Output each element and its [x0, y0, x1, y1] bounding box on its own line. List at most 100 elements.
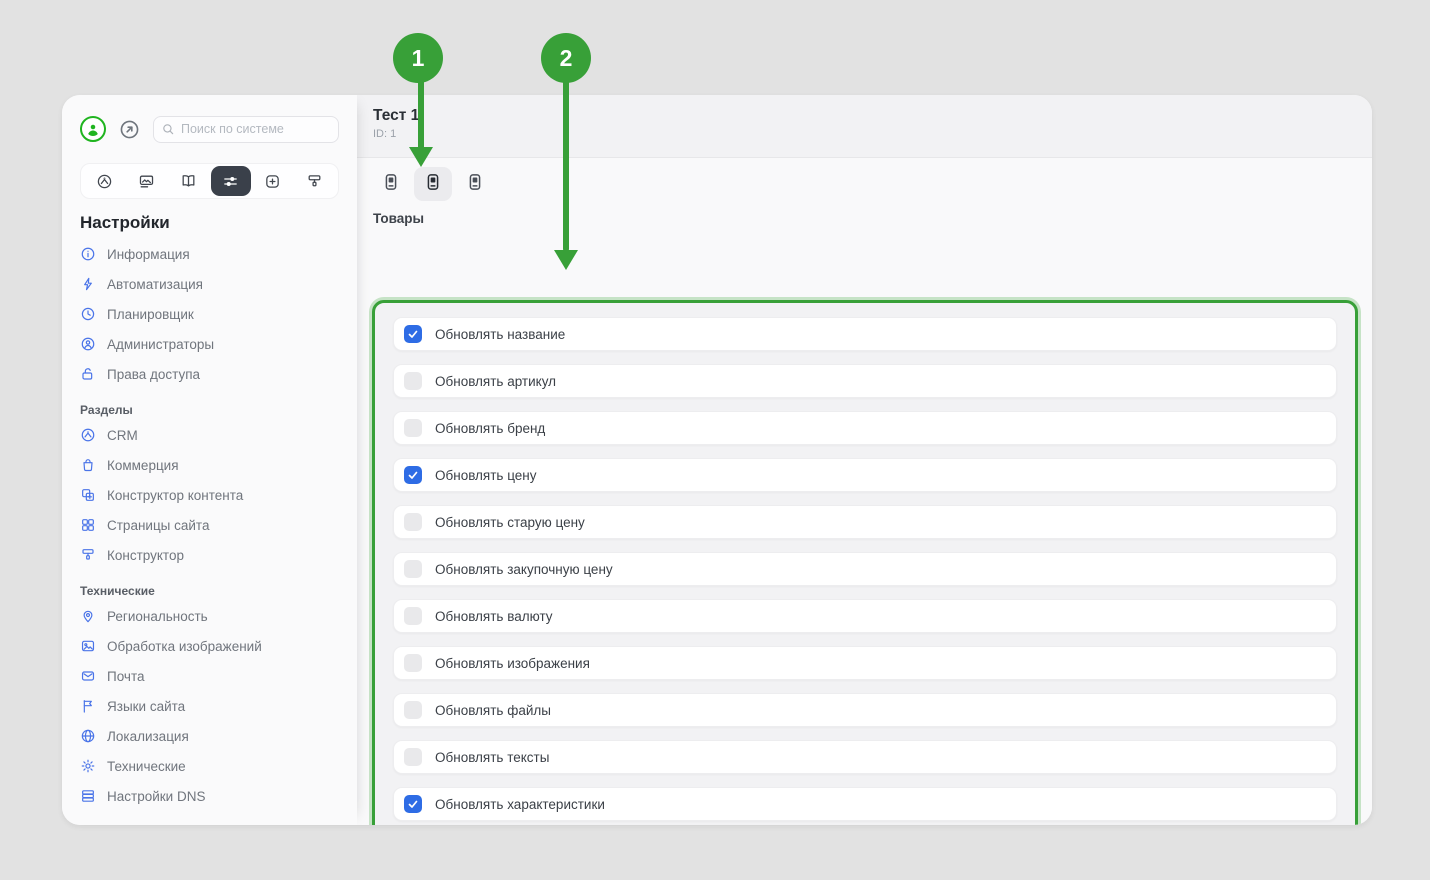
admins-icon [80, 336, 96, 352]
technical-icon [80, 758, 96, 774]
sidebar-sections: Настройки Информация Автоматизация Планиров… [80, 213, 339, 811]
sidebar-item-commerce[interactable]: Коммерция [80, 450, 339, 480]
sidebar-item-label: Автоматизация [107, 277, 203, 292]
content-icon [80, 487, 96, 503]
sidebar-item-languages[interactable]: Языки сайта [80, 691, 339, 721]
document-tabs [372, 167, 1372, 201]
checkbox[interactable] [404, 372, 422, 390]
nav-tab-crm-icon[interactable] [84, 166, 124, 196]
sidebar-item-mail[interactable]: Почта [80, 661, 339, 691]
document-icon [423, 172, 443, 197]
sidebar-item-label: Языки сайта [107, 699, 185, 714]
sidebar-item-constructor[interactable]: Конструктор [80, 540, 339, 570]
constructor-icon [80, 547, 96, 563]
option-row[interactable]: Обновлять валюту [393, 599, 1337, 633]
products-options-list: Обновлять название Обновлять артикул Обнов… [393, 317, 1337, 825]
sidebar-item-automation[interactable]: Автоматизация [80, 269, 339, 299]
checkbox-checked[interactable] [404, 795, 422, 813]
info-icon [80, 246, 96, 262]
option-label: Обновлять тексты [435, 750, 549, 765]
sidebar-item-images[interactable]: Обработка изображений [80, 631, 339, 661]
automation-icon [80, 276, 96, 292]
sidebar-item-dns[interactable]: Настройки DNS [80, 781, 339, 811]
sidebar-item-label: Планировщик [107, 307, 194, 322]
scheduler-icon [80, 306, 96, 322]
checkbox[interactable] [404, 701, 422, 719]
sidebar-item-content[interactable]: Конструктор контента [80, 480, 339, 510]
nav-tab-book-icon[interactable] [168, 166, 208, 196]
page-background: Настройки Информация Автоматизация Планиров… [0, 0, 1430, 880]
checkbox[interactable] [404, 560, 422, 578]
app-window: Настройки Информация Автоматизация Планиров… [62, 95, 1372, 825]
sidebar-item-localization[interactable]: Локализация [80, 721, 339, 751]
sidebar: Настройки Информация Автоматизация Планиров… [62, 95, 357, 825]
checkbox[interactable] [404, 654, 422, 672]
sidebar-nav-tabs [80, 163, 339, 199]
main-header: Тест 1 ID: 1 [357, 95, 1372, 158]
callout-badge-2: 2 [541, 33, 591, 83]
sidebar-item-pages[interactable]: Страницы сайта [80, 510, 339, 540]
nav-tab-media-icon[interactable] [126, 166, 166, 196]
option-row[interactable]: Обновлять название [393, 317, 1337, 351]
sidebar-item-label: Коммерция [107, 458, 179, 473]
checkbox-checked[interactable] [404, 466, 422, 484]
option-label: Обновлять бренд [435, 421, 545, 436]
option-row[interactable]: Обновлять старую цену [393, 505, 1337, 539]
sidebar-item-label: Локализация [107, 729, 189, 744]
checkbox-checked[interactable] [404, 325, 422, 343]
document-icon [381, 172, 401, 197]
page-title: Тест 1 [373, 107, 1372, 125]
user-avatar-icon[interactable] [80, 116, 106, 142]
option-row[interactable]: Обновлять закупочную цену [393, 552, 1337, 586]
doc-tab-1[interactable] [372, 167, 410, 201]
option-row[interactable]: Обновлять тексты [393, 740, 1337, 774]
callout-badge-1: 1 [393, 33, 443, 83]
crm-icon [80, 427, 96, 443]
sidebar-section-title: Технические [80, 584, 339, 598]
option-row[interactable]: Обновлять изображения [393, 646, 1337, 680]
sidebar-section-title: Разделы [80, 403, 339, 417]
checkbox[interactable] [404, 419, 422, 437]
highlight-box: Обновлять название Обновлять артикул Обнов… [372, 300, 1358, 825]
commerce-icon [80, 457, 96, 473]
sidebar-item-crm[interactable]: CRM [80, 420, 339, 450]
sidebar-item-scheduler[interactable]: Планировщик [80, 299, 339, 329]
doc-tab-2[interactable] [414, 167, 452, 201]
callout-arrow-2-head [554, 250, 578, 270]
nav-tab-constructor-icon[interactable] [295, 166, 335, 196]
search-input[interactable] [153, 116, 339, 143]
checkbox[interactable] [404, 513, 422, 531]
callout-badge-2-number: 2 [560, 45, 573, 72]
region-icon [80, 608, 96, 624]
products-section-label: Товары [373, 211, 1372, 226]
sidebar-item-label: Настройки DNS [107, 789, 205, 804]
sidebar-item-label: Страницы сайта [107, 518, 209, 533]
doc-tab-3[interactable] [456, 167, 494, 201]
nav-tab-plus-square-icon[interactable] [253, 166, 293, 196]
nav-tab-sliders-icon[interactable] [211, 166, 251, 196]
sidebar-section-title: Настройки [80, 213, 339, 233]
sidebar-item-technical[interactable]: Технические [80, 751, 339, 781]
option-row[interactable]: Обновлять цену [393, 458, 1337, 492]
callout-arrow-1-line [418, 78, 424, 150]
option-row[interactable]: Обновлять бренд [393, 411, 1337, 445]
sidebar-item-label: CRM [107, 428, 138, 443]
sidebar-item-label: Права доступа [107, 367, 200, 382]
access-icon [80, 366, 96, 382]
sidebar-item-admins[interactable]: Администраторы [80, 329, 339, 359]
checkbox[interactable] [404, 607, 422, 625]
arrow-up-right-icon[interactable] [118, 118, 141, 141]
sidebar-item-region[interactable]: Региональность [80, 601, 339, 631]
option-row[interactable]: Обновлять характеристики [393, 787, 1337, 821]
option-label: Обновлять закупочную цену [435, 562, 613, 577]
callout-arrow-2-line [563, 78, 569, 252]
dns-icon [80, 788, 96, 804]
option-row[interactable]: Обновлять артикул [393, 364, 1337, 398]
option-row[interactable]: Обновлять файлы [393, 693, 1337, 727]
checkbox[interactable] [404, 748, 422, 766]
option-label: Обновлять артикул [435, 374, 556, 389]
sidebar-item-label: Конструктор [107, 548, 184, 563]
sidebar-item-access[interactable]: Права доступа [80, 359, 339, 389]
sidebar-item-label: Почта [107, 669, 145, 684]
sidebar-item-info[interactable]: Информация [80, 239, 339, 269]
